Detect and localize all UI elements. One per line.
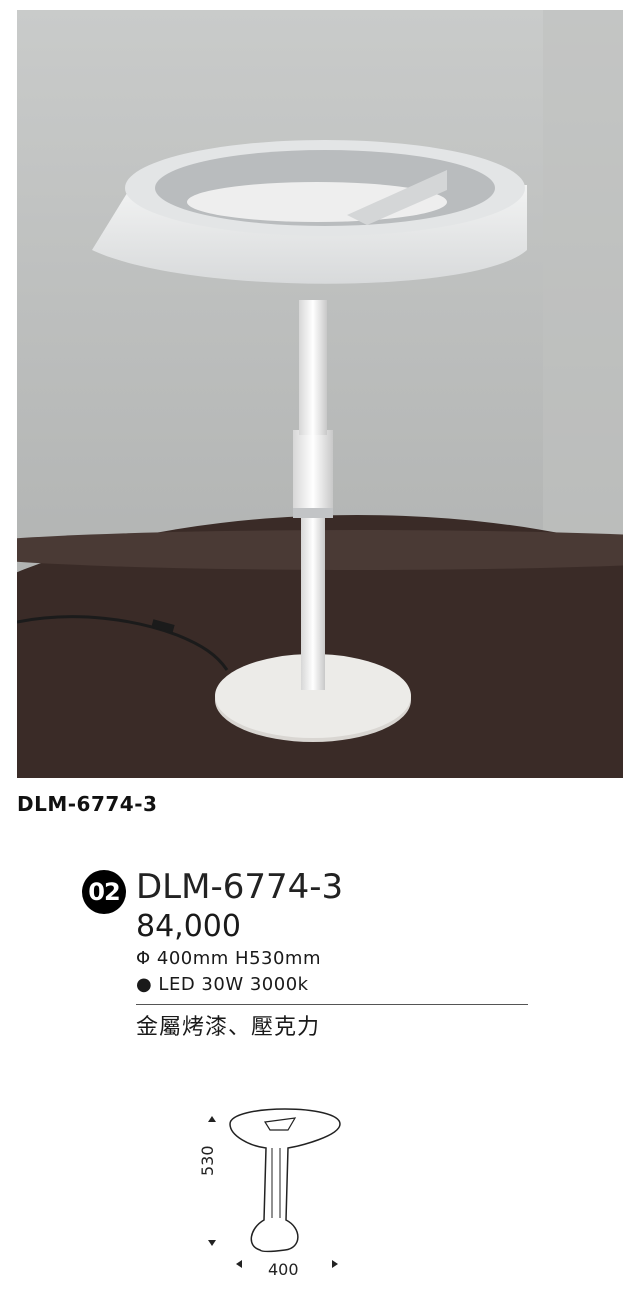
product-photo (17, 10, 623, 778)
item-number-badge: 02 (82, 870, 126, 914)
down-arrow-icon (208, 1240, 216, 1246)
height-dimension-label: 530 (198, 1145, 217, 1176)
product-caption: DLM-6774-3 (17, 792, 158, 816)
led-spec: ● LED 30W 3000k (136, 974, 309, 995)
left-arrow-icon (236, 1260, 242, 1268)
up-arrow-icon (208, 1116, 216, 1122)
price: 84,000 (136, 909, 241, 944)
divider (136, 1004, 528, 1005)
material: 金屬烤漆、壓克力 (136, 1015, 321, 1040)
right-arrow-icon (332, 1260, 338, 1268)
width-dimension-label: 400 (268, 1260, 299, 1279)
dimensions: Φ 400mm H530mm (136, 948, 321, 969)
model-number: DLM-6774-3 (136, 867, 344, 907)
